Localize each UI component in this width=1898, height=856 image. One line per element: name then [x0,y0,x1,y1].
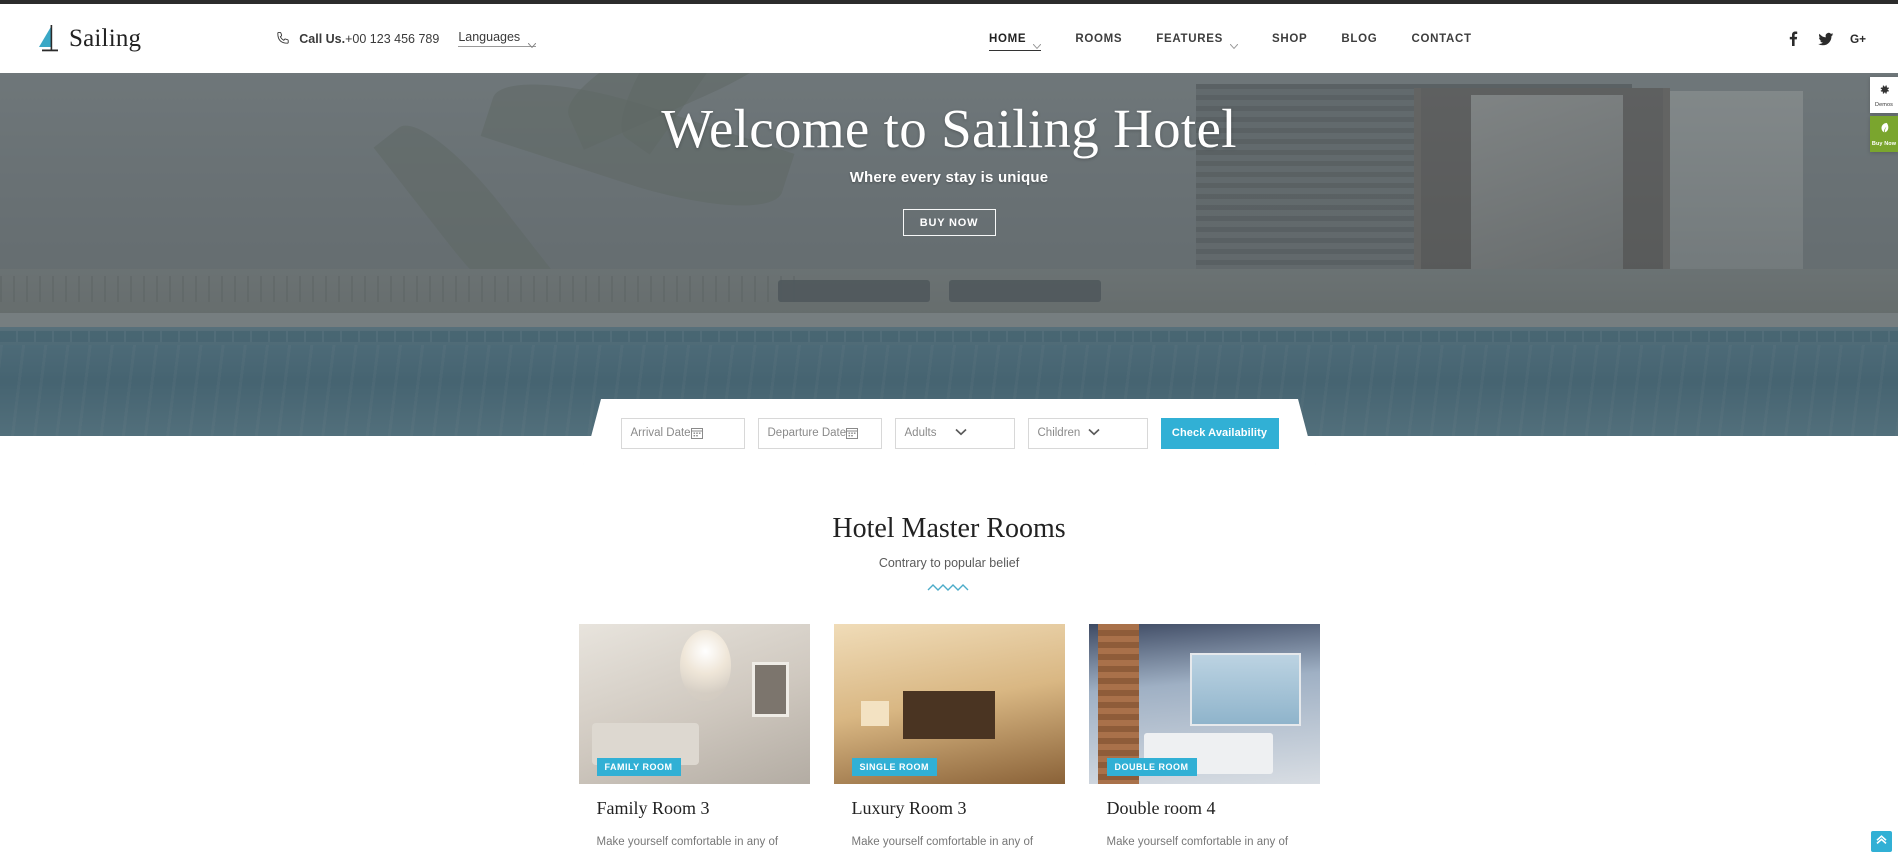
svg-text:G+: G+ [1850,32,1866,46]
demos-label: Demos [1875,102,1893,108]
room-image: FAMILY ROOM [578,624,810,784]
call-us-label: Call Us. [299,31,346,46]
languages-selector[interactable]: Languages [458,30,537,48]
contact-info: Call Us.+00 123 456 789 [275,31,439,46]
hero-title: Welcome to Sailing Hotel [661,98,1237,159]
nav-item-rooms[interactable]: ROOMS [1058,4,1139,73]
adults-select[interactable]: Adults [895,418,1015,449]
section-subtitle: Contrary to popular belief [878,556,1020,570]
call-us-text: Call Us.+00 123 456 789 [299,32,439,46]
room-title: Luxury Room 3 [851,798,967,818]
calendar-icon [691,427,735,439]
room-card[interactable]: SINGLE ROOM Luxury Room 3 Make yourself … [833,624,1065,856]
phone-icon [275,31,290,46]
nav-label: BLOG [1341,32,1378,45]
departure-date-input[interactable]: Departure Date [758,418,882,449]
languages-label: Languages [458,30,521,44]
room-badge: SINGLE ROOM [851,758,938,776]
site-header: Sailing Call Us.+00 123 456 789 Language… [0,4,1898,73]
social-links: G+ [1786,4,1866,73]
chevron-down-icon [1088,427,1138,439]
floating-widgets: Demos Buy Now [1870,77,1898,152]
nav-item-blog[interactable]: BLOG [1324,4,1394,73]
room-badge: FAMILY ROOM [596,758,681,776]
room-description: Make yourself comfortable in any of our [851,836,1034,856]
room-title: Family Room 3 [596,798,710,818]
calendar-icon [846,427,871,439]
main-navigation: HOME ROOMS FEATURES SHOP BLOG CONTACT [972,4,1489,73]
demos-widget-button[interactable]: Demos [1870,77,1898,113]
envato-leaf-icon [1879,121,1890,139]
section-title: Hotel Master Rooms [832,513,1066,544]
phone-number: +00 123 456 789 [345,31,440,46]
logo-text: Sailing [69,24,142,52]
nav-label: CONTACT [1411,32,1472,45]
booking-form: Arrival Date Departure Date Adults Child… [583,399,1316,467]
children-label: Children [1037,427,1081,439]
nav-item-home[interactable]: HOME [972,4,1058,73]
nav-label: SHOP [1272,32,1308,45]
sail-boat-icon [36,23,62,55]
departure-date-placeholder: Departure Date [767,427,847,439]
nav-item-shop[interactable]: SHOP [1255,4,1324,73]
check-availability-button[interactable]: Check Availability [1161,418,1279,449]
room-card[interactable]: DOUBLE ROOM Double room 4 Make yourself … [1088,624,1320,856]
nav-label: ROOMS [1075,32,1123,45]
room-description: Make yourself comfortable in any of our [1106,836,1289,856]
chevron-down-icon [527,35,537,48]
room-badge: DOUBLE ROOM [1106,758,1197,776]
chevron-down-icon [1032,36,1042,50]
nav-item-features[interactable]: FEATURES [1139,4,1255,73]
buy-now-widget-button[interactable]: Buy Now [1870,116,1898,152]
room-image: DOUBLE ROOM [1088,624,1320,784]
hero-content: Welcome to Sailing Hotel Where every sta… [0,73,1898,436]
wave-divider-icon [0,583,1898,594]
room-description: Make yourself comfortable in any of our [596,836,779,856]
chevron-up-icon [1875,833,1888,851]
nav-label: HOME [989,32,1027,45]
chevron-down-icon [955,427,1005,439]
hero-subtitle: Where every stay is unique [849,169,1049,186]
hero-buy-now-button[interactable]: BUY NOW [902,209,996,236]
logo[interactable]: Sailing [36,23,141,55]
room-cards-list: FAMILY ROOM Family Room 3 Make yourself … [0,624,1898,856]
hero-banner: Welcome to Sailing Hotel Where every sta… [0,73,1898,436]
nav-item-contact[interactable]: CONTACT [1394,4,1488,73]
google-plus-icon[interactable]: G+ [1850,31,1866,47]
scroll-to-top-button[interactable] [1871,831,1892,852]
arrival-date-placeholder: Arrival Date [630,427,691,439]
adults-label: Adults [904,427,937,439]
arrival-date-input[interactable]: Arrival Date [621,418,745,449]
room-image: SINGLE ROOM [833,624,1065,784]
chevron-down-icon [1229,36,1239,50]
room-title: Double room 4 [1106,798,1216,818]
hotel-master-rooms-section: Hotel Master Rooms Contrary to popular b… [0,436,1898,856]
children-select[interactable]: Children [1028,418,1148,449]
facebook-icon[interactable] [1786,31,1800,47]
twitter-icon[interactable] [1818,31,1834,47]
gear-icon [1879,82,1890,100]
nav-label: FEATURES [1156,32,1223,45]
buy-now-label: Buy Now [1871,141,1897,147]
room-card[interactable]: FAMILY ROOM Family Room 3 Make yourself … [578,624,810,856]
